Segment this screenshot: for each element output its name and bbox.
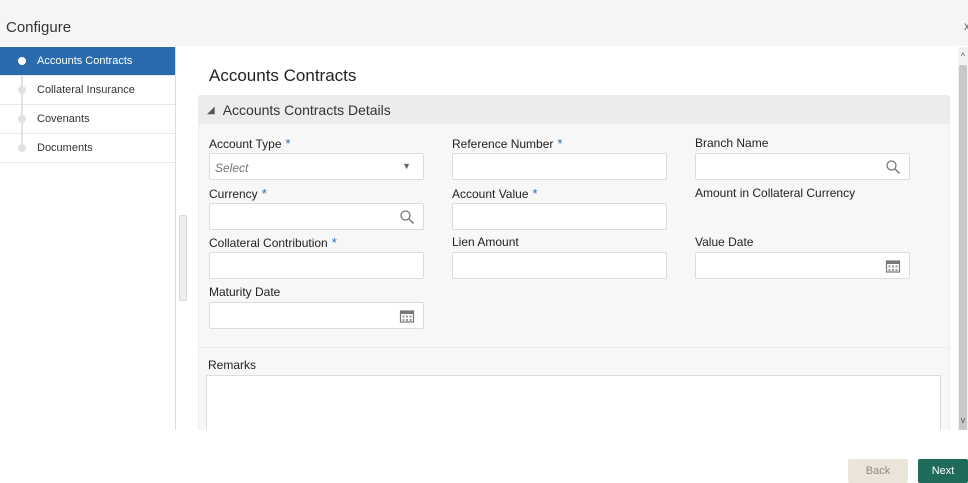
account-type-placeholder: Select <box>215 161 249 175</box>
sidebar-item-label: Documents <box>37 142 93 154</box>
sidebar-item-label: Collateral Insurance <box>37 84 135 96</box>
maturity-date-label: Maturity Date <box>209 285 281 299</box>
sidebar-nav: Accounts Contracts Collateral Insurance … <box>0 47 176 430</box>
collateral-contribution-field[interactable] <box>209 252 424 279</box>
calendar-icon[interactable] <box>885 258 901 274</box>
step-dot-icon <box>18 144 26 152</box>
required-marker: * <box>285 136 291 151</box>
amount-in-collateral-currency-label: Amount in Collateral Currency <box>695 186 856 200</box>
remarks-textarea[interactable] <box>206 375 941 437</box>
collapse-caret-icon[interactable]: ◢ <box>207 105 215 116</box>
scroll-up-arrow-icon[interactable]: ^ <box>958 51 968 61</box>
step-dot-icon <box>18 115 26 123</box>
section-header[interactable]: ◢ Accounts Contracts Details <box>199 96 949 124</box>
sidebar-item-documents[interactable]: Documents <box>0 134 175 163</box>
footer-bar: Back Next <box>0 430 968 483</box>
window-titlebar: Configure x <box>0 0 968 46</box>
vertical-scrollbar[interactable]: ^ v <box>958 47 968 431</box>
search-icon[interactable] <box>885 159 901 175</box>
close-icon[interactable]: x <box>964 19 968 33</box>
scrollbar-thumb[interactable] <box>959 65 967 431</box>
remarks-label: Remarks <box>208 358 257 372</box>
account-value-field[interactable] <box>452 203 667 230</box>
back-button[interactable]: Back <box>848 459 908 483</box>
reference-number-field[interactable] <box>452 153 667 180</box>
sidebar-item-label: Accounts Contracts <box>37 55 133 67</box>
required-marker: * <box>532 186 538 201</box>
account-type-select[interactable]: Select ▼ <box>209 153 424 180</box>
required-marker: * <box>261 186 267 201</box>
next-button[interactable]: Next <box>918 459 968 483</box>
sidebar-item-accounts-contracts[interactable]: Accounts Contracts <box>0 47 175 76</box>
page-title: Accounts Contracts <box>209 66 357 85</box>
remarks-section: Remarks <box>198 347 950 437</box>
currency-label: Currency * <box>209 186 267 201</box>
sidebar-item-collateral-insurance[interactable]: Collateral Insurance <box>0 76 175 105</box>
sidebar-item-label: Covenants <box>37 113 90 125</box>
search-icon[interactable] <box>399 209 415 225</box>
section-title: Accounts Contracts Details <box>222 102 391 118</box>
collateral-contribution-label: Collateral Contribution * <box>209 235 337 250</box>
required-marker: * <box>557 136 563 151</box>
lien-amount-label: Lien Amount <box>452 235 519 249</box>
lien-amount-field[interactable] <box>452 252 667 279</box>
branch-name-field[interactable] <box>695 153 910 180</box>
main-content: Accounts Contracts ◢ Accounts Contracts … <box>198 47 956 437</box>
value-date-label: Value Date <box>695 235 754 249</box>
panel-resize-handle[interactable] <box>179 215 187 301</box>
sidebar-item-covenants[interactable]: Covenants <box>0 105 175 134</box>
currency-field[interactable] <box>209 203 424 230</box>
account-type-label: Account Type * <box>209 136 291 151</box>
window-title: Configure <box>6 19 72 36</box>
reference-number-label: Reference Number * <box>452 136 563 151</box>
calendar-icon[interactable] <box>399 308 415 324</box>
chevron-down-icon: ▼ <box>402 161 411 171</box>
scroll-down-arrow-icon[interactable]: v <box>958 415 968 425</box>
required-marker: * <box>331 235 337 250</box>
maturity-date-field[interactable] <box>209 302 424 329</box>
account-value-label: Account Value * <box>452 186 538 201</box>
step-dot-icon <box>18 86 26 94</box>
branch-name-label: Branch Name <box>695 136 769 150</box>
accounts-contracts-details-section: ◢ Accounts Contracts Details Account Typ… <box>198 95 950 380</box>
step-dot-icon <box>18 57 26 65</box>
value-date-field[interactable] <box>695 252 910 279</box>
